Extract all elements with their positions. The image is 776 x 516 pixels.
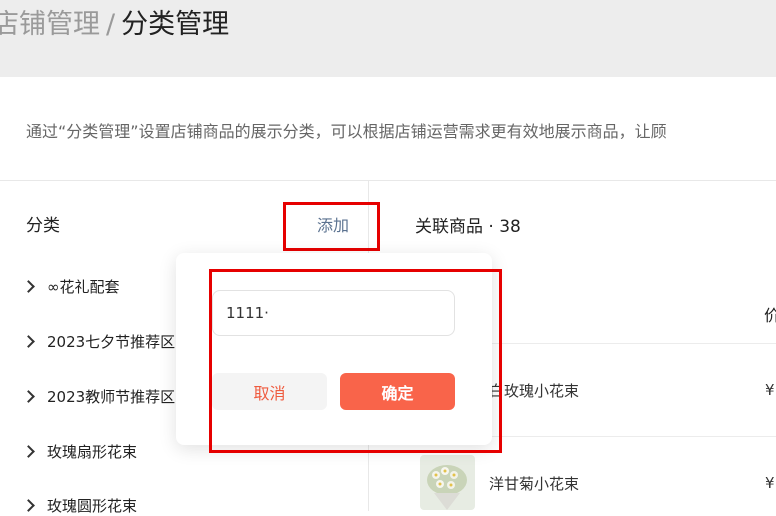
page-header: 店铺管理 / 分类管理 bbox=[0, 0, 776, 77]
breadcrumb-parent[interactable]: 店铺管理 bbox=[0, 9, 100, 40]
category-item[interactable]: 玫瑰扇形花束 bbox=[22, 441, 138, 462]
category-item[interactable]: 玫瑰圆形花束 bbox=[22, 495, 138, 516]
chevron-right-icon[interactable] bbox=[22, 499, 35, 512]
category-item-label: ∞花礼配套 bbox=[47, 278, 120, 296]
category-item-label: 玫瑰扇形花束 bbox=[47, 443, 138, 461]
product-name[interactable]: 洋甘菊小花束 bbox=[489, 473, 579, 494]
highlight-box-add bbox=[283, 202, 380, 251]
category-item[interactable]: 2023七夕节推荐区 bbox=[22, 331, 176, 352]
product-thumbnail[interactable] bbox=[420, 455, 475, 510]
product-price: ¥ bbox=[765, 381, 775, 399]
section-divider bbox=[0, 180, 776, 181]
page-title: 分类管理 bbox=[121, 9, 230, 40]
category-panel-title: 分类 bbox=[26, 216, 60, 236]
chevron-right-icon[interactable] bbox=[22, 390, 35, 403]
category-item-label: 玫瑰圆形花束 bbox=[47, 497, 138, 515]
chevron-right-icon[interactable] bbox=[22, 280, 35, 293]
category-item-label: 2023教师节推荐区 bbox=[47, 388, 176, 406]
breadcrumb-separator: / bbox=[106, 9, 116, 40]
highlight-box-popover bbox=[209, 269, 502, 453]
breadcrumb: 店铺管理 / 分类管理 bbox=[0, 2, 229, 41]
related-products-title: 关联商品 · 38 bbox=[415, 217, 521, 237]
product-name[interactable]: 白玫瑰小花束 bbox=[489, 380, 579, 401]
price-column-header: 价 bbox=[764, 306, 776, 325]
category-item[interactable]: 2023教师节推荐区 bbox=[22, 386, 176, 407]
intro-text: 通过“分类管理”设置店铺商品的展示分类，可以根据店铺运营需求更有效地展示商品，让… bbox=[26, 122, 667, 141]
category-item-label: 2023七夕节推荐区 bbox=[47, 333, 176, 351]
product-price: ¥ bbox=[765, 474, 775, 492]
category-item[interactable]: ∞花礼配套 bbox=[22, 276, 120, 297]
chevron-right-icon[interactable] bbox=[22, 445, 35, 458]
chevron-right-icon[interactable] bbox=[22, 335, 35, 348]
